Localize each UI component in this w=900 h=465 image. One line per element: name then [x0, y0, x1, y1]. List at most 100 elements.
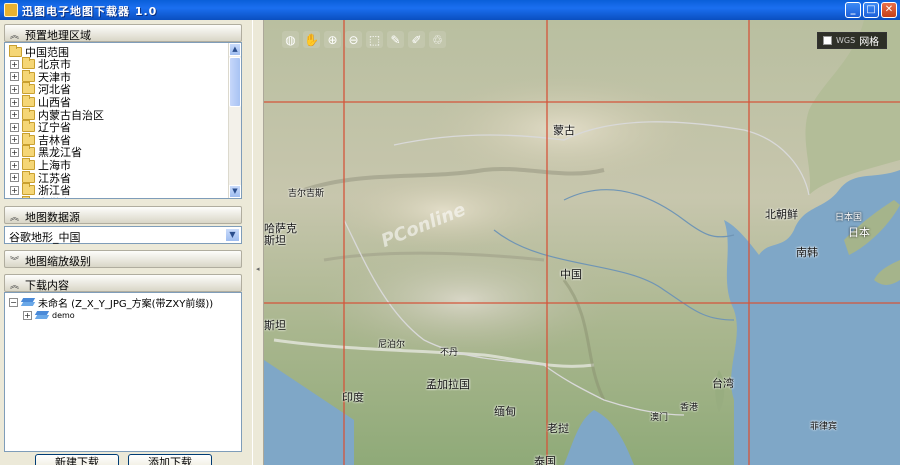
- section-label: 地图数据源: [25, 211, 80, 224]
- folder-icon: [9, 45, 22, 57]
- left-panel: ︽ 预置地理区域 中国范围 + 北京市 + 天津市 + 河北省 + 山西省 + 内蒙古自治区 + 辽宁…: [0, 20, 262, 465]
- zoom-out-icon[interactable]: ⊖: [345, 31, 362, 48]
- expand-icon[interactable]: +: [10, 84, 19, 94]
- label-laos: 老挝: [547, 422, 569, 435]
- map-toolbar: ◍ ✋ ⊕ ⊖ ⬚ ✎ ✐ ♲: [282, 31, 446, 49]
- layers-icon: [35, 310, 49, 320]
- layers-icon: [21, 297, 35, 307]
- window-title: 迅图电子地图下载器 1.0: [22, 5, 158, 18]
- splitter[interactable]: ◂: [252, 20, 264, 465]
- folder-icon: [22, 69, 35, 82]
- label-china: 中国: [560, 268, 582, 281]
- grid-toggle[interactable]: WGS 网格: [817, 32, 887, 49]
- chevron-up-icon: ︽: [10, 213, 20, 223]
- chevron-up-icon: ︽: [10, 31, 20, 41]
- chevron-up-icon: ︽: [10, 281, 20, 291]
- label-north-korea: 北朝鲜: [765, 208, 798, 221]
- minimize-button[interactable]: _: [845, 2, 861, 18]
- section-header-source[interactable]: ︽ 地图数据源: [4, 206, 242, 224]
- edit-icon[interactable]: ✎: [387, 31, 404, 48]
- scroll-down-icon[interactable]: ▼: [229, 185, 241, 198]
- scroll-thumb[interactable]: [229, 57, 241, 107]
- scroll-up-icon[interactable]: ▲: [229, 43, 241, 56]
- folder-icon: [22, 195, 35, 198]
- label-pakistan: 斯坦: [264, 319, 286, 332]
- folder-icon: [22, 158, 35, 171]
- expand-icon[interactable]: +: [10, 122, 19, 132]
- expand-icon[interactable]: +: [10, 173, 19, 183]
- tree-item[interactable]: + 安徽省: [10, 195, 71, 199]
- expand-icon[interactable]: +: [10, 198, 19, 199]
- map-view[interactable]: PConline 蒙古 北朝鲜 日本国 日本 南韩 中国 吉尔吉斯 哈萨克 斯坦…: [264, 20, 900, 465]
- folder-icon: [22, 145, 35, 158]
- folder-icon: [22, 170, 35, 183]
- folder-icon: [22, 132, 35, 145]
- folder-icon: [22, 107, 35, 120]
- wgs-label: WGS: [836, 36, 856, 45]
- expand-icon[interactable]: +: [10, 59, 19, 69]
- expand-icon[interactable]: +: [10, 72, 19, 82]
- section-label: 下载内容: [25, 279, 69, 292]
- folder-icon: [22, 183, 35, 196]
- tree-scrollbar[interactable]: ▲ ▼: [228, 43, 241, 198]
- grid-label: 网格: [859, 37, 880, 48]
- close-button[interactable]: ✕: [881, 2, 897, 18]
- title-bar: 迅图电子地图下载器 1.0 _ □ ✕: [0, 0, 900, 20]
- label-thailand: 泰国: [534, 455, 556, 465]
- download-child[interactable]: + demo: [23, 308, 75, 322]
- source-select[interactable]: 谷歌地形_中国 ▼: [4, 226, 242, 244]
- expand-icon[interactable]: +: [10, 97, 19, 107]
- new-download-button[interactable]: 新建下载: [35, 454, 119, 465]
- maximize-button[interactable]: □: [863, 2, 879, 18]
- label-bhutan: 不丹: [440, 348, 459, 358]
- expand-icon[interactable]: +: [10, 135, 19, 145]
- section-label: 地图缩放级别: [25, 255, 91, 268]
- app-icon: [4, 3, 18, 17]
- source-select-value: 谷歌地形_中国: [9, 231, 81, 244]
- recycle-icon[interactable]: ♲: [429, 31, 446, 48]
- label-mongolia: 蒙古: [553, 124, 575, 137]
- collapse-icon[interactable]: −: [9, 297, 18, 307]
- label-macau: 澳门: [650, 413, 669, 423]
- label-india: 印度: [342, 391, 364, 404]
- label-bangladesh: 孟加拉国: [426, 378, 470, 391]
- section-header-zoom[interactable]: ︾ 地图缩放级别: [4, 250, 242, 268]
- section-header-region[interactable]: ︽ 预置地理区域: [4, 24, 242, 42]
- label-kyrgyzstan: 吉尔吉斯: [288, 189, 325, 199]
- expand-icon[interactable]: +: [10, 110, 19, 120]
- hand-icon[interactable]: ✋: [303, 31, 320, 48]
- chevron-down-icon: ︾: [10, 257, 20, 267]
- section-header-download[interactable]: ︽ 下载内容: [4, 274, 242, 292]
- folder-icon: [22, 120, 35, 133]
- label-myanmar: 缅甸: [494, 405, 516, 418]
- label-taiwan: 台湾: [712, 377, 734, 390]
- splitter-grip-icon: ◂: [256, 265, 260, 273]
- download-tree[interactable]: − 未命名 (Z_X_Y_JPG_方案(带ZXY前缀)) + demo: [4, 292, 242, 452]
- expand-icon[interactable]: +: [10, 160, 19, 170]
- region-tree[interactable]: 中国范围 + 北京市 + 天津市 + 河北省 + 山西省 + 内蒙古自治区 + 辽宁省 + 吉林省 + 黑龙江…: [4, 42, 242, 199]
- section-label: 预置地理区域: [25, 29, 91, 42]
- label-kazakhstan-suffix: 斯坦: [264, 234, 286, 247]
- grid-checkbox[interactable]: [823, 36, 832, 45]
- label-south-korea: 南韩: [796, 246, 818, 259]
- folder-icon: [22, 57, 35, 70]
- label-philippines: 菲律宾: [810, 422, 838, 432]
- expand-icon[interactable]: +: [10, 147, 19, 157]
- folder-icon: [22, 95, 35, 108]
- download-child-label: demo: [52, 310, 75, 320]
- add-download-button[interactable]: 添加下载: [128, 454, 212, 465]
- tree-item-label: 安徽省: [38, 195, 71, 198]
- label-japan: 日本: [848, 226, 870, 239]
- download-root[interactable]: − 未命名 (Z_X_Y_JPG_方案(带ZXY前缀)): [9, 295, 213, 310]
- chevron-down-icon[interactable]: ▼: [225, 228, 240, 242]
- folder-icon: [22, 82, 35, 95]
- label-japan-jp: 日本国: [835, 213, 863, 223]
- select-region-icon[interactable]: ⬚: [366, 31, 383, 48]
- label-hongkong: 香港: [680, 403, 699, 413]
- expand-icon[interactable]: +: [23, 310, 32, 320]
- globe-icon[interactable]: ◍: [282, 31, 299, 48]
- expand-icon[interactable]: +: [10, 185, 19, 195]
- zoom-in-icon[interactable]: ⊕: [324, 31, 341, 48]
- marker-icon[interactable]: ✐: [408, 31, 425, 48]
- label-nepal: 尼泊尔: [378, 340, 406, 350]
